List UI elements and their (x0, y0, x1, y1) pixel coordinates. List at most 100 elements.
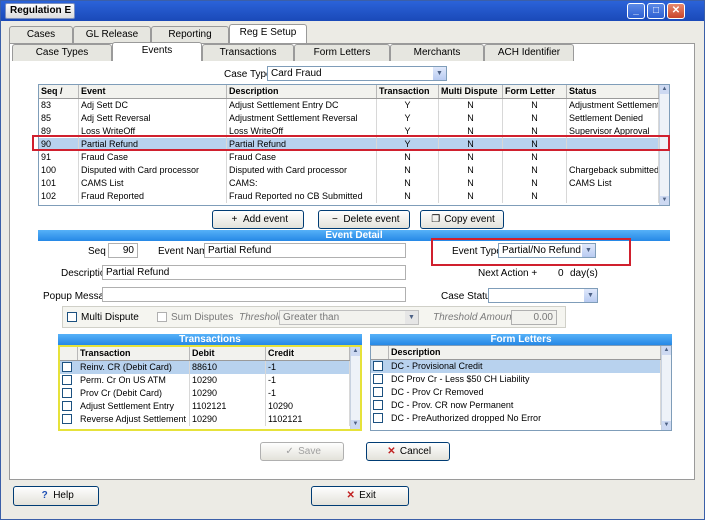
column-header-seq[interactable]: Seq / (39, 85, 79, 98)
table-cell: 88610 (190, 361, 266, 374)
case-status-select[interactable]: ▼ (488, 288, 598, 303)
threshold-amount-field[interactable]: 0.00 (511, 310, 557, 325)
help-icon: ? (41, 490, 48, 501)
tab-ach-identifier[interactable]: ACH Identifier (484, 44, 574, 61)
table-row[interactable]: 102 Fraud Reported Fraud Reported no CB Su… (39, 190, 659, 203)
column-header-description[interactable]: Description (389, 346, 661, 359)
scroll-up-icon[interactable]: ▲ (662, 346, 671, 355)
tab-events[interactable]: Events (112, 42, 202, 61)
table-row[interactable]: Reinv. CR (Debit Card) 88610 -1 (60, 361, 350, 374)
table-row[interactable]: 85 Adj Sett Reversal Adjustment Settlement… (39, 112, 659, 125)
cancel-button[interactable]: ✕ Cancel (366, 442, 450, 461)
case-type-value: Card Fraud (271, 68, 322, 79)
close-icon[interactable]: ✕ (667, 3, 685, 19)
scroll-down-icon[interactable]: ▼ (660, 196, 669, 205)
table-cell: -1 (266, 387, 350, 400)
column-header-transaction[interactable]: Transaction (78, 347, 190, 360)
description-field[interactable]: Partial Refund (102, 265, 406, 280)
table-cell: Prov Cr (Debit Card) (78, 387, 190, 400)
tab-transactions[interactable]: Transactions (202, 44, 294, 61)
table-row[interactable]: 101 CAMS List CAMS: N N N CAMS List (39, 177, 659, 190)
add-event-button[interactable]: + Add event (212, 210, 304, 229)
column-header-debit[interactable]: Debit (190, 347, 266, 360)
row-checkbox[interactable] (373, 387, 383, 397)
table-row[interactable]: 100 Disputed with Card processor Disputed … (39, 164, 659, 177)
dispute-options-group: Multi Dispute Sum Disputes Threshold Gre… (62, 306, 566, 328)
table-cell: 1102121 (190, 400, 266, 413)
scroll-down-icon[interactable]: ▼ (351, 420, 360, 429)
table-cell: Fraud Case (227, 151, 377, 164)
row-checkbox[interactable] (62, 401, 72, 411)
tab-gl-release[interactable]: GL Release (73, 26, 151, 43)
column-header-transaction[interactable]: Transaction (377, 85, 439, 98)
form-letters-scrollbar[interactable]: ▲ ▼ (661, 346, 671, 430)
scroll-down-icon[interactable]: ▼ (662, 421, 671, 430)
copy-event-label: Copy event (444, 214, 495, 225)
table-cell: 101 (39, 177, 79, 190)
table-row[interactable]: 91 Fraud Case Fraud Case N N N (39, 151, 659, 164)
delete-event-button[interactable]: − Delete event (318, 210, 410, 229)
table-row[interactable]: Reverse Adjust Settlement 10290 1102121 (60, 413, 350, 426)
checkmark-icon: ✓ (285, 446, 294, 457)
threshold-label: Threshold (239, 312, 284, 323)
transactions-grid-header: Transaction Debit Credit (60, 347, 350, 361)
scroll-up-icon[interactable]: ▲ (351, 347, 360, 356)
table-row[interactable]: Adjust Settlement Entry 1102121 10290 (60, 400, 350, 413)
event-name-field[interactable]: Partial Refund (204, 243, 406, 258)
popup-message-field[interactable] (102, 287, 406, 302)
multi-dispute-checkbox[interactable] (67, 312, 77, 322)
list-item[interactable]: DC - Provisional Credit (371, 360, 661, 373)
copy-event-button[interactable]: ❐ Copy event (420, 210, 504, 229)
help-button[interactable]: ? Help (13, 486, 99, 506)
tab-case-types[interactable]: Case Types (12, 44, 112, 61)
table-cell: 91 (39, 151, 79, 164)
row-checkbox[interactable] (62, 388, 72, 398)
column-header-event[interactable]: Event (79, 85, 227, 98)
column-header-multi-dispute[interactable]: Multi Dispute (439, 85, 503, 98)
tab-reporting[interactable]: Reporting (151, 26, 229, 43)
list-item[interactable]: DC - PreAuthorized dropped No Error (371, 412, 661, 425)
table-row[interactable]: Prov Cr (Debit Card) 10290 -1 (60, 387, 350, 400)
row-checkbox[interactable] (62, 414, 72, 424)
seq-label: Seq (88, 246, 106, 257)
row-checkbox[interactable] (62, 375, 72, 385)
form-letters-grid: Description DC - Provisional Credit DC Pr… (370, 345, 672, 431)
threshold-value: Greater than (283, 312, 340, 323)
sum-disputes-checkbox[interactable] (157, 312, 167, 322)
next-action-days[interactable]: 0 (558, 268, 564, 279)
exit-button[interactable]: ✕ Exit (311, 486, 409, 506)
column-header-description[interactable]: Description (227, 85, 377, 98)
list-item[interactable]: DC - Prov. CR now Permanent (371, 399, 661, 412)
table-row[interactable]: Perm. Cr On US ATM 10290 -1 (60, 374, 350, 387)
table-cell: Fraud Reported no CB Submitted (227, 190, 377, 203)
minimize-icon[interactable]: _ (627, 3, 645, 19)
column-header-form-letter[interactable]: Form Letter (503, 85, 567, 98)
column-header-status[interactable]: Status (567, 85, 659, 98)
reg-e-setup-panel: Case Types Events Transactions Form Lett… (9, 42, 695, 480)
row-checkbox[interactable] (373, 361, 383, 371)
row-checkbox[interactable] (373, 413, 383, 423)
table-row[interactable]: 83 Adj Sett DC Adjust Settlement Entry DC Y… (39, 99, 659, 112)
list-item[interactable]: DC Prov Cr - Less $50 CH Liability (371, 373, 661, 386)
list-item[interactable]: DC - Prov Cr Removed (371, 386, 661, 399)
transactions-scrollbar[interactable]: ▲ ▼ (350, 347, 360, 429)
save-button[interactable]: ✓ Save (260, 442, 344, 461)
column-header-credit[interactable]: Credit (266, 347, 350, 360)
tab-cases[interactable]: Cases (9, 26, 73, 43)
table-cell: CAMS List (79, 177, 227, 190)
maximize-icon[interactable]: □ (647, 3, 665, 19)
case-type-label: Case Type (224, 69, 272, 80)
row-checkbox[interactable] (373, 400, 383, 410)
table-cell: Reinv. CR (Debit Card) (78, 361, 190, 374)
tab-reg-e-setup[interactable]: Reg E Setup (229, 24, 307, 43)
threshold-select[interactable]: Greater than ▼ (279, 310, 419, 325)
tab-form-letters[interactable]: Form Letters (294, 44, 390, 61)
multi-dispute-label: Multi Dispute (81, 312, 139, 323)
scroll-up-icon[interactable]: ▲ (660, 85, 669, 94)
row-checkbox[interactable] (373, 374, 383, 384)
case-type-select[interactable]: Card Fraud ▼ (267, 66, 447, 81)
table-cell: 100 (39, 164, 79, 177)
seq-field[interactable]: 90 (108, 243, 138, 258)
row-checkbox[interactable] (62, 362, 72, 372)
tab-merchants[interactable]: Merchants (390, 44, 484, 61)
